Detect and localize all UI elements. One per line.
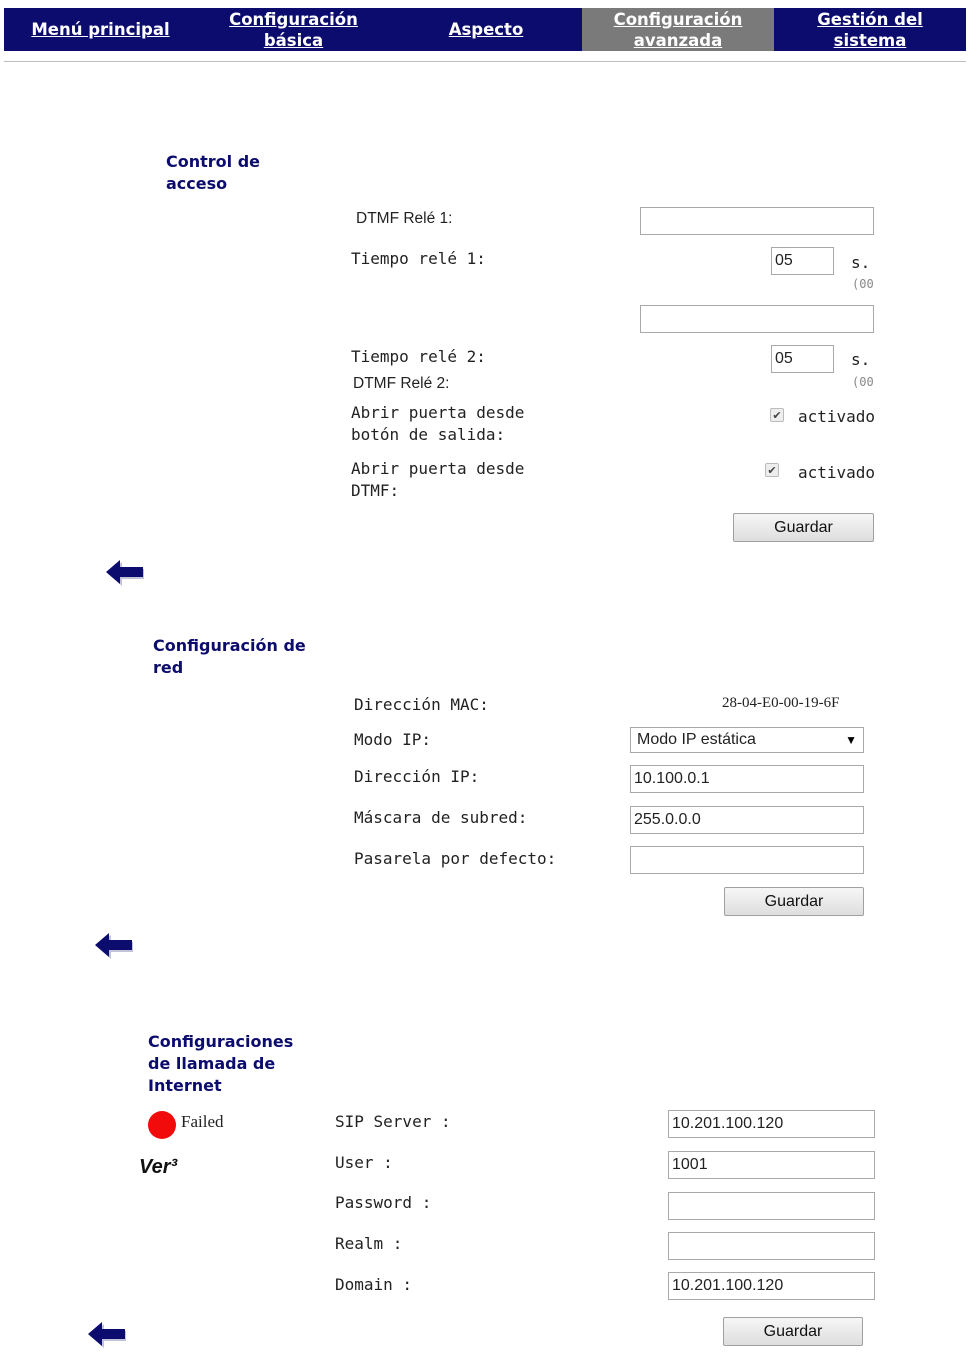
time-relay2-label: Tiempo relé 2:: [351, 347, 486, 366]
time-relay2-hint: (00: [852, 375, 874, 389]
gateway-label: Pasarela por defecto:: [354, 849, 557, 868]
time-relay2-input[interactable]: 05: [771, 345, 834, 373]
version-label: Ver³: [139, 1156, 178, 1178]
sip-realm-label: Realm :: [335, 1234, 403, 1253]
access-control-title: Control de acceso: [166, 152, 261, 193]
sip-config-title: Configuraciones de llamada de Internet: [148, 1032, 294, 1095]
nav-basic-config[interactable]: Configuración básica: [197, 8, 390, 51]
mac-value: 28-04-E0-00-19-6F: [722, 695, 840, 711]
ip-mode-label: Modo IP:: [354, 730, 432, 749]
ip-mode-selected: Modo IP estática: [637, 731, 756, 748]
sip-status-text: Failed: [181, 1112, 224, 1131]
dtmf-open-check-label: activado: [798, 463, 876, 482]
sip-password-label: Password :: [335, 1193, 432, 1212]
ip-mode-select[interactable]: Modo IP estática ▼: [630, 727, 864, 753]
sip-status-indicator: [148, 1111, 176, 1139]
time-relay1-hint: (00: [852, 277, 874, 291]
time-relay1-label: Tiempo relé 1:: [351, 249, 486, 268]
sip-server-input[interactable]: 10.201.100.120: [668, 1110, 875, 1138]
gateway-input[interactable]: [630, 846, 864, 874]
time-relay1-input[interactable]: 05: [771, 247, 834, 275]
exit-button-check-label: activado: [798, 407, 876, 426]
chevron-down-icon: ▼: [845, 733, 857, 747]
dtmf-open-label-line1: Abrir puerta desde: [351, 459, 525, 478]
time-relay2-unit: s.: [851, 350, 871, 369]
dtmf-open-checkbox[interactable]: ✔: [765, 463, 779, 477]
nav-divider: [4, 61, 966, 62]
subnet-mask-label: Máscara de subred:: [354, 808, 528, 827]
sip-server-label: SIP Server :: [335, 1112, 451, 1131]
mac-label: Dirección MAC:: [354, 695, 489, 714]
exit-button-label-line2: botón de salida:: [351, 425, 506, 444]
dtmf-relay2-input[interactable]: [640, 305, 874, 333]
ip-address-label: Dirección IP:: [354, 767, 480, 786]
dtmf-open-label-line2: DTMF:: [351, 481, 400, 500]
exit-button-label-line1: Abrir puerta desde: [351, 403, 525, 422]
exit-button-checkbox[interactable]: ✔: [770, 408, 784, 422]
back-arrow-icon[interactable]: [93, 931, 133, 959]
back-arrow-icon[interactable]: [104, 558, 144, 586]
access-control-save-button[interactable]: Guardar: [733, 513, 874, 542]
nav-system-management[interactable]: Gestión del sistema: [774, 8, 966, 51]
sip-user-input[interactable]: 1001: [668, 1151, 875, 1179]
sip-save-button[interactable]: Guardar: [723, 1317, 863, 1346]
sip-domain-label: Domain :: [335, 1275, 413, 1294]
sip-domain-input[interactable]: 10.201.100.120: [668, 1272, 875, 1300]
subnet-mask-input[interactable]: 255.0.0.0: [630, 806, 864, 834]
dtmf-relay2-label: DTMF Relé 2:: [353, 375, 450, 392]
ip-address-input[interactable]: 10.100.0.1: [630, 765, 864, 793]
checkmark-icon: ✔: [772, 408, 782, 422]
sip-realm-input[interactable]: [668, 1232, 875, 1260]
network-config-title: Configuración de red: [153, 636, 306, 677]
back-arrow-icon[interactable]: [86, 1320, 126, 1348]
network-save-button[interactable]: Guardar: [724, 887, 864, 916]
sip-user-label: User :: [335, 1153, 393, 1172]
sip-password-input[interactable]: [668, 1192, 875, 1220]
nav-appearance[interactable]: Aspecto: [390, 8, 582, 51]
time-relay1-unit: s.: [851, 253, 871, 272]
checkmark-icon: ✔: [767, 463, 777, 477]
nav-advanced-config[interactable]: Configuración avanzada: [582, 8, 774, 51]
top-navigation: Menú principal Configuración básica Aspe…: [4, 8, 966, 51]
dtmf-relay1-input[interactable]: [640, 207, 874, 235]
dtmf-relay1-label: DTMF Relé 1:: [356, 210, 453, 227]
nav-main-menu[interactable]: Menú principal: [4, 8, 197, 51]
